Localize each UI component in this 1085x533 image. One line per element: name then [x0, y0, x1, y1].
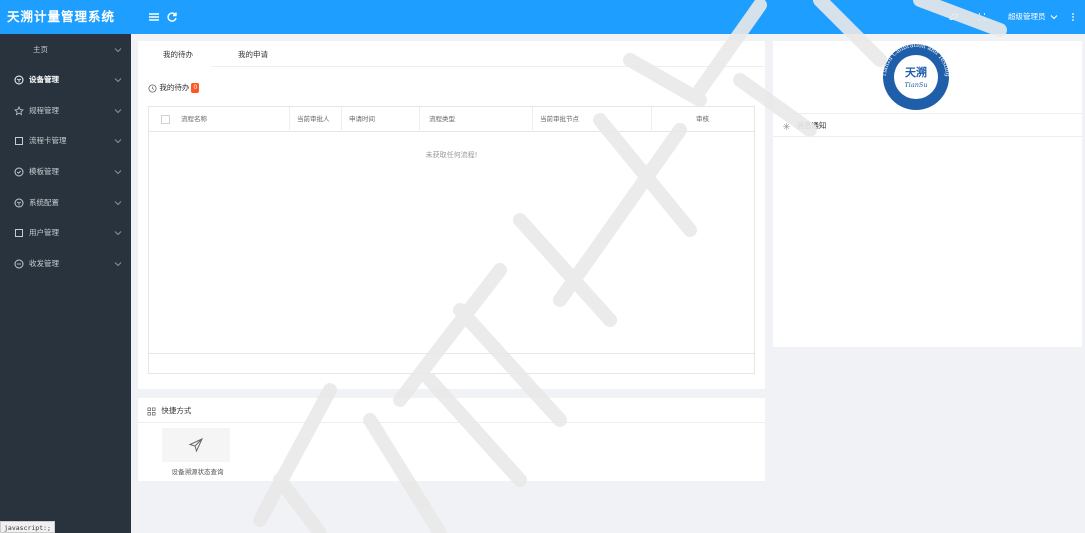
column-divider	[651, 107, 652, 132]
notice-section-header: 消息通知	[782, 120, 826, 131]
refresh-icon[interactable]	[165, 10, 179, 24]
table-header: 流程名称 当前审批人 申请时间 流程类型 当前审批节点 审核	[149, 107, 754, 132]
cube-icon	[14, 75, 24, 85]
sidebar-item-user-management[interactable]: 用户管理	[0, 219, 131, 247]
cube-icon	[14, 198, 24, 208]
column-header[interactable]: 当前审批节点	[540, 107, 579, 132]
notice-title: 消息通知	[796, 121, 827, 130]
star-icon	[14, 106, 24, 116]
column-header[interactable]: 流程名称	[181, 107, 207, 132]
table-footer-divider	[149, 353, 754, 354]
sidebar-item-process-card-management[interactable]: 流程卡管理	[0, 127, 131, 155]
menu-toggle-icon[interactable]	[147, 10, 161, 24]
sidebar-item-system-config[interactable]: 系统配置	[0, 189, 131, 217]
minus-circle-icon	[14, 259, 24, 269]
active-tab-gap	[138, 66, 211, 67]
tab-my-todo[interactable]: 我的待办	[148, 41, 208, 68]
chevron-down-icon	[114, 139, 122, 144]
column-divider	[419, 107, 420, 132]
sidebar-item-label: 用户管理	[29, 228, 59, 237]
sidebar-item-label: 主页	[33, 45, 48, 54]
sidebar-item-label: 系统配置	[29, 198, 59, 207]
todo-section-header: 我的待办 0	[148, 82, 200, 93]
chevron-down-icon	[114, 78, 122, 83]
user-name: 超级管理员	[1008, 12, 1046, 21]
square-icon	[15, 229, 23, 237]
todo-count-badge: 0	[191, 83, 200, 93]
column-divider	[289, 107, 290, 132]
clock-icon	[148, 83, 157, 93]
sidebar-item-home[interactable]: 主页	[0, 36, 131, 64]
todo-table: 流程名称 当前审批人 申请时间 流程类型 当前审批节点 审核 未获取任何流程!	[148, 106, 755, 374]
fullscreen-icon[interactable]	[975, 10, 989, 24]
sidebar-item-label: 收发管理	[29, 259, 59, 268]
logo-script: TianSu	[904, 81, 927, 89]
chevron-down-icon	[1050, 15, 1058, 20]
notice-header-divider	[773, 136, 1082, 137]
chevron-down-icon	[114, 262, 122, 267]
status-bar-tooltip: javascript:;	[0, 521, 55, 533]
chevron-down-icon	[114, 109, 122, 114]
company-logo: Tianzu Calibration and Testing 天溯 TianSu	[881, 42, 951, 110]
logo-text: 天溯	[905, 65, 927, 79]
sidebar-item-device-management[interactable]: 设备管理	[0, 66, 131, 94]
sidebar-item-receive-send-management[interactable]: 收发管理	[0, 250, 131, 278]
square-icon	[15, 137, 23, 145]
shortcut-label[interactable]: 设备溯源状态查询	[150, 466, 245, 476]
chevron-down-icon	[114, 48, 122, 53]
more-vertical-icon[interactable]	[1066, 10, 1080, 24]
theme-icon[interactable]	[947, 10, 961, 24]
shortcut-device-trace-button[interactable]	[162, 428, 230, 462]
sidebar-item-template-management[interactable]: 模板管理	[0, 158, 131, 186]
paper-plane-icon	[188, 437, 204, 453]
sparkle-icon	[782, 122, 791, 130]
column-divider	[532, 107, 533, 132]
top-header	[0, 0, 1085, 34]
grid-icon	[147, 407, 156, 415]
shield-icon	[14, 167, 24, 177]
select-all-checkbox[interactable]	[161, 115, 170, 124]
shortcut-divider	[138, 422, 765, 423]
chevron-down-icon	[114, 201, 122, 206]
shortcut-section-header: 快捷方式	[147, 405, 191, 416]
tab-my-applications[interactable]: 我的申请	[223, 41, 283, 68]
sidebar-item-label: 流程卡管理	[29, 136, 67, 145]
notice-top-divider	[773, 113, 1082, 114]
chevron-down-icon	[114, 231, 122, 236]
column-header[interactable]: 流程类型	[429, 107, 455, 132]
shortcut-title: 快捷方式	[161, 406, 192, 415]
column-header[interactable]: 申请时间	[349, 107, 375, 132]
column-header[interactable]: 当前审批人	[297, 107, 330, 132]
empty-table-message: 未获取任何流程!	[425, 151, 478, 159]
todo-title: 我的待办	[159, 83, 190, 92]
column-header[interactable]: 审核	[696, 107, 709, 132]
sidebar-item-procedure-management[interactable]: 规程管理	[0, 97, 131, 125]
sidebar-item-label: 模板管理	[29, 167, 59, 176]
column-divider	[341, 107, 342, 132]
user-menu[interactable]: 超级管理员	[1008, 0, 1058, 34]
sidebar-item-label: 规程管理	[29, 106, 59, 115]
tab-divider	[211, 66, 765, 67]
app-title: 天溯计量管理系统	[0, 0, 131, 34]
chevron-down-icon	[114, 170, 122, 175]
tab-bar: 我的待办 我的申请	[138, 41, 765, 68]
sidebar-item-label: 设备管理	[29, 75, 59, 84]
